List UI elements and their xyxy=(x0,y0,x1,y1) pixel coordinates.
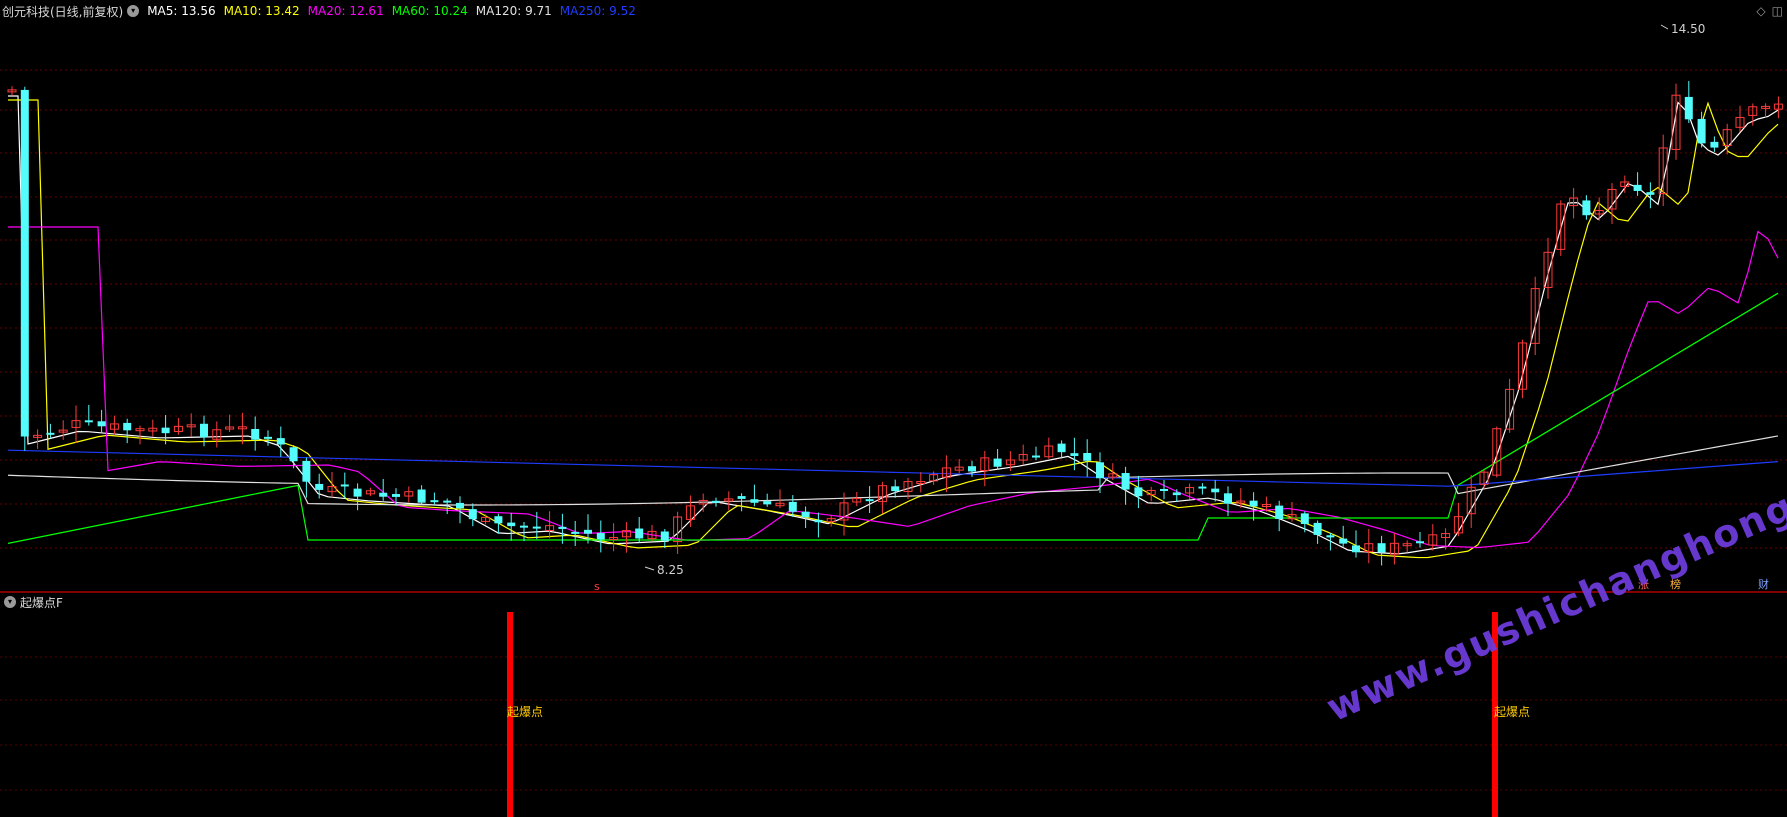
low-price-pointer xyxy=(644,566,655,571)
ma250-value: MA250: 9.52 xyxy=(559,4,636,18)
top-right-controls: ◇ ◫ xyxy=(1756,4,1783,18)
event-marker-s[interactable]: s xyxy=(594,580,600,593)
diamond-icon[interactable]: ◇ xyxy=(1756,4,1765,18)
ma10-value: MA10: 13.42 xyxy=(223,4,300,18)
price-grid xyxy=(0,69,1787,549)
low-price-label: 8.25 xyxy=(657,563,684,577)
signal-label-1: 起爆点 xyxy=(507,705,543,719)
ma5-value: MA5: 13.56 xyxy=(147,4,216,18)
panel-toggle-icon[interactable]: ◫ xyxy=(1772,4,1783,18)
indicator-grid xyxy=(0,656,1787,791)
indicator-header: ▾ 起爆点F xyxy=(4,592,63,612)
signal-label-2: 起爆点 xyxy=(1494,705,1530,719)
high-price-label: 14.50 xyxy=(1671,22,1705,36)
settings-dropdown-icon[interactable]: ▾ xyxy=(127,5,140,17)
stock-title[interactable]: 创元科技(日线,前复权) xyxy=(2,3,123,20)
candlestick-series[interactable] xyxy=(7,81,1783,566)
ma120-value: MA120: 9.71 xyxy=(475,4,552,18)
event-marker-cai[interactable]: 财 xyxy=(1758,577,1769,591)
ma60-value: MA60: 10.24 xyxy=(391,4,468,18)
high-price-pointer xyxy=(1660,24,1669,30)
indicator-title[interactable]: 起爆点F xyxy=(20,594,63,611)
kline-chart-canvas[interactable]: 14.50 8.25 s 涨 榜 财 起爆点 起爆点 xyxy=(0,0,1787,817)
indicator-dropdown-icon[interactable]: ▾ xyxy=(4,596,16,608)
chart-header: 创元科技(日线,前复权) ▾ MA5: 13.56 MA10: 13.42 MA… xyxy=(0,0,644,22)
ma20-value: MA20: 12.61 xyxy=(307,4,384,18)
